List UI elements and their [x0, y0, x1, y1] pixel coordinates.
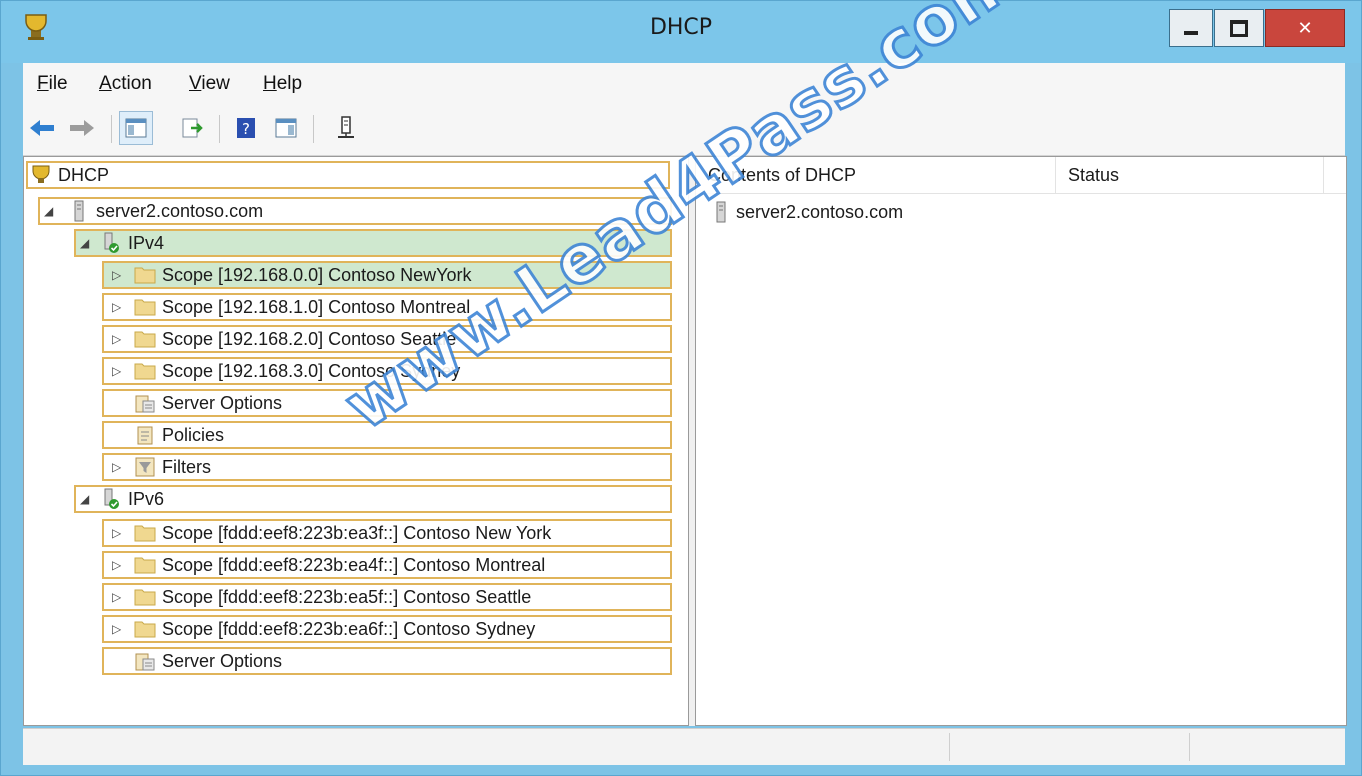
expanded-arrow-icon[interactable]: ◢	[44, 204, 53, 218]
tree-node-server-options[interactable]: Server Options	[102, 389, 672, 417]
close-icon: ✕	[1297, 17, 1313, 39]
tree-node-label: server2.contoso.com	[96, 200, 264, 221]
list-item[interactable]: server2.contoso.com	[710, 201, 903, 223]
tree-node-label: Server Options	[162, 650, 283, 671]
filter-icon	[134, 456, 156, 478]
server-list-icon	[710, 201, 732, 223]
tree-node-label: Scope [fddd:eef8:223b:ea4f::] Contoso Mo…	[162, 554, 546, 575]
tree-node-policies[interactable]: Policies	[102, 421, 672, 449]
collapsed-arrow-icon[interactable]: ▷	[112, 558, 121, 572]
list-header: Contents of DHCP Status	[696, 157, 1346, 194]
tree-node-server-options[interactable]: Server Options	[102, 647, 672, 675]
tree-node-filters[interactable]: ▷ Filters	[102, 453, 672, 481]
folder-icon	[134, 554, 156, 576]
tree-node-label: DHCP	[58, 164, 110, 185]
tree-node-scope[interactable]: ▷ Scope [192.168.3.0] Contoso Sydney	[102, 357, 672, 385]
tree-node-scope[interactable]: ▷ Scope [192.168.1.0] Contoso Montreal	[102, 293, 672, 321]
tree-node-scope[interactable]: ▷ Scope [192.168.2.0] Contoso Seattle	[102, 325, 672, 353]
server-options-icon	[134, 392, 156, 414]
menu-view[interactable]: View	[189, 73, 230, 95]
dhcp-window: DHCP ✕ File Action View Help ? DHCP ◢ se…	[0, 0, 1362, 776]
tree-node-label: Filters	[162, 456, 211, 477]
tree-node-label: Server Options	[162, 392, 283, 413]
ipv6-icon	[100, 488, 122, 510]
tree-node-label: Scope [192.168.2.0] Contoso Seattle	[162, 328, 457, 349]
tree-node-label: IPv6	[128, 488, 165, 509]
tree-node-label: IPv4	[128, 232, 165, 253]
ipv4-icon	[100, 232, 122, 254]
folder-icon	[134, 360, 156, 382]
folder-icon	[134, 328, 156, 350]
folder-icon	[134, 586, 156, 608]
export-list-icon[interactable]	[175, 111, 209, 145]
svg-text:?: ?	[242, 120, 250, 138]
collapsed-arrow-icon[interactable]: ▷	[112, 526, 121, 540]
policies-icon	[134, 424, 156, 446]
toolbar-separator	[313, 115, 314, 143]
close-button[interactable]: ✕	[1265, 9, 1345, 47]
expanded-arrow-icon[interactable]: ◢	[80, 492, 89, 506]
server-tree-icon	[68, 200, 90, 222]
menu-action[interactable]: Action	[99, 73, 152, 95]
help-icon[interactable]: ?	[229, 111, 263, 145]
maximize-button[interactable]	[1214, 9, 1264, 47]
folder-icon	[134, 618, 156, 640]
tree-node-scope[interactable]: ▷ Scope [fddd:eef8:223b:ea6f::] Contoso …	[102, 615, 672, 643]
tree-node-scope[interactable]: ▷ Scope [fddd:eef8:223b:ea4f::] Contoso …	[102, 551, 672, 579]
show-hide-tree-icon[interactable]	[119, 111, 153, 145]
minimize-icon	[1184, 31, 1198, 35]
tree-node-scope[interactable]: ▷ Scope [fddd:eef8:223b:ea3f::] Contoso …	[102, 519, 672, 547]
minimize-button[interactable]	[1169, 9, 1213, 47]
window-title: DHCP	[649, 15, 713, 40]
tree-node-label: Scope [192.168.3.0] Contoso Sydney	[162, 360, 461, 381]
collapsed-arrow-icon[interactable]: ▷	[112, 460, 121, 474]
collapsed-arrow-icon[interactable]: ▷	[112, 268, 121, 282]
action-pane-icon[interactable]	[269, 111, 303, 145]
toolbar-separator	[111, 115, 112, 143]
column-header-status[interactable]: Status	[1056, 157, 1324, 193]
results-pane: Contents of DHCP Status server2.contoso.…	[695, 156, 1347, 726]
title-bar[interactable]: DHCP ✕	[1, 1, 1361, 63]
server-options-icon	[134, 650, 156, 672]
folder-icon	[134, 296, 156, 318]
menu-bar: File Action View Help	[23, 63, 1345, 104]
tree-node-label: Scope [192.168.0.0] Contoso NewYork	[162, 264, 472, 285]
tree-node-label: Policies	[162, 424, 225, 445]
status-divider	[1189, 733, 1190, 761]
tree-node-label: Scope [fddd:eef8:223b:ea3f::] Contoso Ne…	[162, 522, 552, 543]
expanded-arrow-icon[interactable]: ◢	[80, 236, 89, 250]
maximize-icon	[1230, 19, 1248, 37]
status-divider	[949, 733, 950, 761]
tree-node-server[interactable]: ◢ server2.contoso.com	[38, 197, 672, 225]
column-header-contents[interactable]: Contents of DHCP	[696, 157, 1056, 193]
collapsed-arrow-icon[interactable]: ▷	[112, 622, 121, 636]
collapsed-arrow-icon[interactable]: ▷	[112, 332, 121, 346]
menu-help[interactable]: Help	[263, 73, 302, 95]
dhcp-tree-icon	[30, 164, 52, 186]
tree-node-label: Scope [192.168.1.0] Contoso Montreal	[162, 296, 471, 317]
list-item-name: server2.contoso.com	[736, 201, 904, 222]
toolbar: ?	[23, 103, 1345, 156]
back-icon[interactable]	[25, 111, 59, 145]
folder-icon	[134, 522, 156, 544]
tree-node-ipv4[interactable]: ◢ IPv4	[74, 229, 672, 257]
tree-node-label: Scope [fddd:eef8:223b:ea6f::] Contoso Sy…	[162, 618, 536, 639]
console-tree[interactable]: DHCP ◢ server2.contoso.com ◢ IPv4 ▷ Scop…	[23, 156, 689, 726]
status-bar	[23, 728, 1345, 765]
forward-icon[interactable]	[65, 111, 99, 145]
content-area: DHCP ◢ server2.contoso.com ◢ IPv4 ▷ Scop…	[23, 156, 1347, 726]
folder-icon	[134, 264, 156, 286]
tree-node-scope[interactable]: ▷ Scope [192.168.0.0] Contoso NewYork	[102, 261, 672, 289]
collapsed-arrow-icon[interactable]: ▷	[112, 300, 121, 314]
collapsed-arrow-icon[interactable]: ▷	[112, 590, 121, 604]
menu-file[interactable]: File	[37, 73, 68, 95]
tree-node-dhcp[interactable]: DHCP	[26, 161, 670, 189]
server-icon[interactable]	[329, 111, 363, 145]
tree-node-ipv6[interactable]: ◢ IPv6	[74, 485, 672, 513]
tree-node-scope[interactable]: ▷ Scope [fddd:eef8:223b:ea5f::] Contoso …	[102, 583, 672, 611]
collapsed-arrow-icon[interactable]: ▷	[112, 364, 121, 378]
toolbar-separator	[219, 115, 220, 143]
tree-node-label: Scope [fddd:eef8:223b:ea5f::] Contoso Se…	[162, 586, 532, 607]
